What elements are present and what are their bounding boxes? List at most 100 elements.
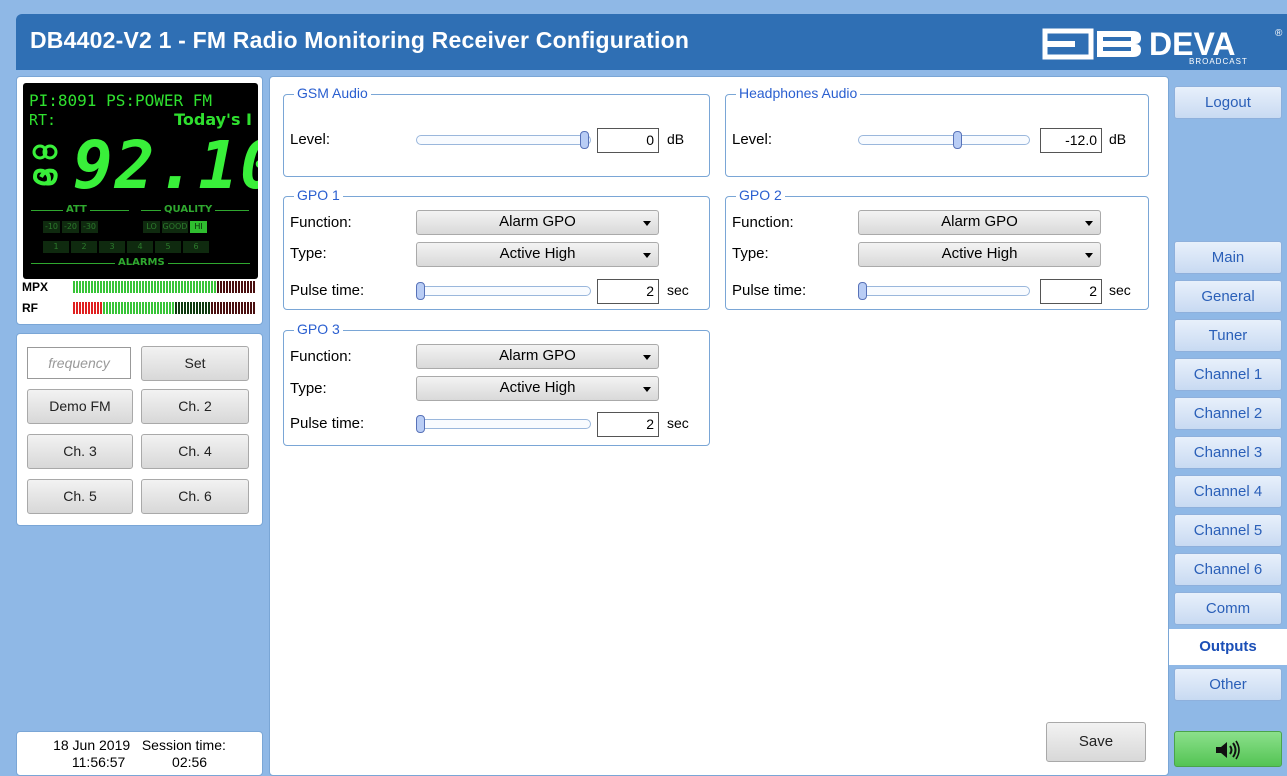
- headphones-level-slider-handle[interactable]: [953, 131, 962, 149]
- gpo2-pulse-label: Pulse time:: [732, 282, 807, 299]
- receiver-display-panel: PI:8091 PS:POWER FM RT: Today's I 92.10 …: [16, 76, 263, 325]
- nav-channel-2[interactable]: Channel 2: [1174, 397, 1282, 430]
- rf-level-bar: [73, 302, 255, 314]
- svg-text:®: ®: [1275, 28, 1283, 39]
- rf-label: RF: [22, 301, 38, 315]
- speaker-icon: [1216, 740, 1240, 760]
- gpo1-pulse-value[interactable]: 2: [597, 279, 659, 304]
- time-text: 11:56:57: [71, 754, 126, 770]
- gpo3-pulse-value[interactable]: 2: [597, 412, 659, 437]
- nav-main[interactable]: Main: [1174, 241, 1282, 274]
- lcd-display: PI:8091 PS:POWER FM RT: Today's I 92.10 …: [23, 83, 258, 279]
- date-session-line: 18 Jun 2019 Session time:: [17, 737, 262, 754]
- gpo3-function-label: Function:: [290, 348, 352, 365]
- pi-ps-line: PI:8091 PS:POWER FM: [29, 91, 213, 110]
- gpo3-pulse-label: Pulse time:: [290, 415, 365, 432]
- nav-channel-5[interactable]: Channel 5: [1174, 514, 1282, 547]
- nav-channel-4[interactable]: Channel 4: [1174, 475, 1282, 508]
- att-cell: -10: [43, 221, 60, 233]
- status-clock: 18 Jun 2019 Session time: 11:56:57 02:56: [16, 731, 263, 776]
- gpo1-pulse-unit: sec: [667, 282, 689, 298]
- page-title: DB4402-V2 1 - FM Radio Monitoring Receiv…: [30, 27, 690, 53]
- svg-text:BROADCAST: BROADCAST: [1189, 57, 1248, 66]
- headphones-level-slider[interactable]: [858, 131, 1030, 149]
- logout-button[interactable]: Logout: [1174, 86, 1282, 119]
- quality-cell: GOOD: [162, 221, 188, 233]
- gpo2-function-select[interactable]: Alarm GPO: [858, 210, 1101, 235]
- gpo1-pulse-slider[interactable]: [416, 282, 591, 300]
- gpo1-function-label: Function:: [290, 214, 352, 231]
- gpo3-pulse-slider[interactable]: [416, 415, 591, 433]
- session-label: Session time:: [141, 737, 226, 753]
- gpo2-type-select[interactable]: Active High: [858, 242, 1101, 267]
- date-text: 18 Jun 2019: [53, 737, 131, 753]
- gsm-level-value[interactable]: 0: [597, 128, 659, 153]
- set-button[interactable]: Set: [141, 346, 249, 381]
- alarm-cell: 4: [127, 241, 153, 253]
- nav-comm[interactable]: Comm: [1174, 592, 1282, 625]
- app-header: DB4402-V2 1 - FM Radio Monitoring Receiv…: [16, 14, 1287, 70]
- att-cell: -20: [62, 221, 79, 233]
- gpo1-group: GPO 1 Function: Alarm GPO Type: Active H…: [283, 187, 710, 310]
- gsm-audio-group: GSM Audio Level: 0 dB: [283, 85, 710, 177]
- nav-general[interactable]: General: [1174, 280, 1282, 313]
- gpo3-pulse-unit: sec: [667, 415, 689, 431]
- headphones-audio-legend: Headphones Audio: [736, 85, 861, 101]
- gsm-audio-legend: GSM Audio: [294, 85, 371, 101]
- att-row: -10 -20 -30: [43, 221, 98, 233]
- gsm-level-slider-handle[interactable]: [580, 131, 589, 149]
- gpo1-type-label: Type:: [290, 245, 327, 262]
- alarm-cell: 2: [71, 241, 97, 253]
- gpo2-pulse-slider-handle[interactable]: [858, 282, 867, 300]
- gpo3-function-select[interactable]: Alarm GPO: [416, 344, 659, 369]
- chevron-down-icon: [1085, 253, 1093, 258]
- chevron-down-icon: [1085, 221, 1093, 226]
- mpx-label: MPX: [22, 280, 49, 294]
- channel-button-3[interactable]: Ch. 3: [27, 434, 133, 469]
- nav-channel-6[interactable]: Channel 6: [1174, 553, 1282, 586]
- alarm-cell: 6: [183, 241, 209, 253]
- gpo2-function-label: Function:: [732, 214, 794, 231]
- nav-other[interactable]: Other: [1174, 668, 1282, 701]
- alarms-label: ALARMS: [115, 257, 168, 268]
- headphones-level-unit: dB: [1109, 131, 1127, 147]
- channel-button-5[interactable]: Ch. 5: [27, 479, 133, 514]
- gpo1-type-select[interactable]: Active High: [416, 242, 659, 267]
- outputs-config-panel: GSM Audio Level: 0 dB Headphones Audio L…: [269, 76, 1169, 776]
- save-button[interactable]: Save: [1046, 722, 1146, 762]
- alarm-cell: 1: [43, 241, 69, 253]
- nav-tuner[interactable]: Tuner: [1174, 319, 1282, 352]
- gpo1-pulse-slider-handle[interactable]: [416, 282, 425, 300]
- alarm-cell: 5: [155, 241, 181, 253]
- chevron-down-icon: [643, 387, 651, 392]
- time-session-line: 11:56:57 02:56: [17, 754, 262, 771]
- headphones-audio-group: Headphones Audio Level: -12.0 dB: [725, 85, 1149, 177]
- gpo3-pulse-slider-handle[interactable]: [416, 415, 425, 433]
- alarm-cell: 3: [99, 241, 125, 253]
- stereo-rds-icon: [32, 144, 58, 186]
- gpo2-pulse-value[interactable]: 2: [1040, 279, 1102, 304]
- gpo1-function-select[interactable]: Alarm GPO: [416, 210, 659, 235]
- quality-label: QUALITY: [161, 204, 216, 215]
- audio-monitor-button[interactable]: [1174, 731, 1282, 767]
- gpo1-legend: GPO 1: [294, 187, 343, 203]
- att-cell: -30: [81, 221, 98, 233]
- att-label: ATT: [63, 204, 90, 215]
- channel-button-4[interactable]: Ch. 4: [141, 434, 249, 469]
- gpo2-pulse-slider[interactable]: [858, 282, 1030, 300]
- nav-channel-3[interactable]: Channel 3: [1174, 436, 1282, 469]
- gpo2-pulse-unit: sec: [1109, 282, 1131, 298]
- frequency-readout: 92.10: [73, 127, 258, 204]
- frequency-input[interactable]: frequency: [27, 347, 131, 379]
- gpo2-legend: GPO 2: [736, 187, 785, 203]
- nav-outputs[interactable]: Outputs: [1169, 629, 1287, 665]
- channel-button-6[interactable]: Ch. 6: [141, 479, 249, 514]
- gsm-level-slider[interactable]: [416, 131, 591, 149]
- headphones-level-value[interactable]: -12.0: [1040, 128, 1102, 153]
- quality-row: LO GOOD HI: [143, 221, 207, 233]
- gpo3-type-select[interactable]: Active High: [416, 376, 659, 401]
- channel-button-demo-fm[interactable]: Demo FM: [27, 389, 133, 424]
- chevron-down-icon: [643, 253, 651, 258]
- channel-button-2[interactable]: Ch. 2: [141, 389, 249, 424]
- nav-channel-1[interactable]: Channel 1: [1174, 358, 1282, 391]
